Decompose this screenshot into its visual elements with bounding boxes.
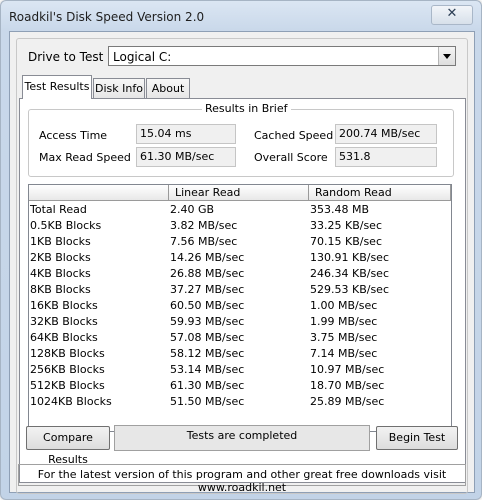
max-read-speed-label: Max Read Speed bbox=[39, 151, 131, 164]
status-text: Tests are completed bbox=[114, 425, 370, 451]
column-header-random-read[interactable]: Random Read bbox=[309, 185, 451, 201]
client-area: Drive to Test Logical C: Test Results Di… bbox=[9, 31, 475, 494]
linear-read-cell: 2.40 GB bbox=[170, 203, 215, 216]
linear-read-cell: 7.56 MB/sec bbox=[170, 235, 238, 248]
row-name-cell: 16KB Blocks bbox=[30, 299, 98, 312]
linear-read-cell: 26.88 MB/sec bbox=[170, 267, 245, 280]
compare-results-button[interactable]: Compare Results bbox=[26, 426, 110, 466]
tab-test-results[interactable]: Test Results bbox=[22, 75, 92, 99]
linear-read-cell: 58.12 MB/sec bbox=[170, 347, 245, 360]
table-row[interactable]: 32KB Blocks 59.93 MB/sec 1.99 MB/sec bbox=[29, 314, 451, 330]
linear-read-cell: 61.30 MB/sec bbox=[170, 379, 245, 392]
table-row[interactable]: 256KB Blocks 53.14 MB/sec 10.97 MB/sec bbox=[29, 362, 451, 378]
tab-about[interactable]: About bbox=[146, 78, 190, 98]
table-row[interactable]: 4KB Blocks 26.88 MB/sec 246.34 KB/sec bbox=[29, 266, 451, 282]
tab-disk-info[interactable]: Disk Info bbox=[93, 78, 145, 98]
results-table[interactable]: Linear Read Random Read Total Read 2.40 G… bbox=[28, 184, 452, 432]
linear-read-cell: 3.82 MB/sec bbox=[170, 219, 238, 232]
tab-test-results-label: Test Results bbox=[24, 80, 90, 93]
row-name-cell: 4KB Blocks bbox=[30, 267, 91, 280]
tab-disk-info-label: Disk Info bbox=[95, 82, 143, 95]
footer-text: For the latest version of this program a… bbox=[18, 464, 466, 494]
column-header-linear-read[interactable]: Linear Read bbox=[169, 185, 309, 201]
table-row[interactable]: 16KB Blocks 60.50 MB/sec 1.00 MB/sec bbox=[29, 298, 451, 314]
random-read-cell: 18.70 MB/sec bbox=[310, 379, 385, 392]
row-name-cell: 64KB Blocks bbox=[30, 331, 98, 344]
table-row[interactable]: 1024KB Blocks 51.50 MB/sec 25.89 MB/sec bbox=[29, 394, 451, 410]
cached-speed-value: 200.74 MB/sec bbox=[335, 124, 437, 144]
linear-read-cell: 57.08 MB/sec bbox=[170, 331, 245, 344]
row-name-cell: 256KB Blocks bbox=[30, 363, 105, 376]
random-read-cell: 7.14 MB/sec bbox=[310, 347, 378, 360]
row-name-cell: 128KB Blocks bbox=[30, 347, 105, 360]
overall-score-value: 531.8 bbox=[335, 147, 437, 167]
linear-read-cell: 51.50 MB/sec bbox=[170, 395, 245, 408]
random-read-cell: 10.97 MB/sec bbox=[310, 363, 385, 376]
close-button[interactable]: ✕ bbox=[431, 5, 473, 25]
table-row[interactable]: 2KB Blocks 14.26 MB/sec 130.91 KB/sec bbox=[29, 250, 451, 266]
row-name-cell: 32KB Blocks bbox=[30, 315, 98, 328]
table-row[interactable]: 8KB Blocks 37.27 MB/sec 529.53 KB/sec bbox=[29, 282, 451, 298]
table-row[interactable]: Total Read 2.40 GB 353.48 MB bbox=[29, 202, 451, 218]
max-read-speed-value: 61.30 MB/sec bbox=[136, 147, 236, 167]
random-read-cell: 70.15 KB/sec bbox=[310, 235, 382, 248]
row-name-cell: Total Read bbox=[30, 203, 87, 216]
random-read-cell: 130.91 KB/sec bbox=[310, 251, 389, 264]
table-row[interactable]: 1KB Blocks 7.56 MB/sec 70.15 KB/sec bbox=[29, 234, 451, 250]
table-row[interactable]: 128KB Blocks 58.12 MB/sec 7.14 MB/sec bbox=[29, 346, 451, 362]
close-icon: ✕ bbox=[446, 6, 458, 21]
random-read-cell: 25.89 MB/sec bbox=[310, 395, 385, 408]
begin-test-button[interactable]: Begin Test bbox=[376, 426, 458, 450]
drive-select-value: Logical C: bbox=[113, 50, 172, 64]
app-window: Roadkil's Disk Speed Version 2.0 ✕ Drive… bbox=[0, 0, 482, 500]
linear-read-cell: 53.14 MB/sec bbox=[170, 363, 245, 376]
random-read-cell: 529.53 KB/sec bbox=[310, 283, 389, 296]
random-read-cell: 1.99 MB/sec bbox=[310, 315, 378, 328]
window-title: Roadkil's Disk Speed Version 2.0 bbox=[9, 10, 205, 24]
row-name-cell: 512KB Blocks bbox=[30, 379, 105, 392]
random-read-cell: 1.00 MB/sec bbox=[310, 299, 378, 312]
random-read-cell: 246.34 KB/sec bbox=[310, 267, 389, 280]
column-header-name[interactable] bbox=[29, 185, 169, 201]
linear-read-cell: 59.93 MB/sec bbox=[170, 315, 245, 328]
drive-select[interactable]: Logical C: bbox=[108, 46, 456, 66]
row-name-cell: 1024KB Blocks bbox=[30, 395, 112, 408]
row-name-cell: 2KB Blocks bbox=[30, 251, 91, 264]
drive-label: Drive to Test bbox=[28, 50, 104, 64]
overall-score-label: Overall Score bbox=[254, 151, 328, 164]
linear-read-cell: 60.50 MB/sec bbox=[170, 299, 245, 312]
random-read-cell: 3.75 MB/sec bbox=[310, 331, 378, 344]
chevron-down-icon[interactable] bbox=[438, 47, 455, 65]
row-name-cell: 0.5KB Blocks bbox=[30, 219, 102, 232]
table-row[interactable]: 64KB Blocks 57.08 MB/sec 3.75 MB/sec bbox=[29, 330, 451, 346]
row-name-cell: 1KB Blocks bbox=[30, 235, 91, 248]
title-bar[interactable]: Roadkil's Disk Speed Version 2.0 ✕ bbox=[1, 1, 481, 29]
random-read-cell: 33.25 KB/sec bbox=[310, 219, 382, 232]
table-row[interactable]: 0.5KB Blocks 3.82 MB/sec 33.25 KB/sec bbox=[29, 218, 451, 234]
access-time-value: 15.04 ms bbox=[136, 124, 236, 144]
cached-speed-label: Cached Speed bbox=[254, 129, 334, 142]
linear-read-cell: 37.27 MB/sec bbox=[170, 283, 245, 296]
table-row[interactable]: 512KB Blocks 61.30 MB/sec 18.70 MB/sec bbox=[29, 378, 451, 394]
tab-about-label: About bbox=[151, 82, 185, 95]
access-time-label: Access Time bbox=[39, 129, 108, 142]
row-name-cell: 8KB Blocks bbox=[30, 283, 91, 296]
results-in-brief-legend: Results in Brief bbox=[202, 102, 291, 115]
linear-read-cell: 14.26 MB/sec bbox=[170, 251, 245, 264]
random-read-cell: 353.48 MB bbox=[310, 203, 370, 216]
